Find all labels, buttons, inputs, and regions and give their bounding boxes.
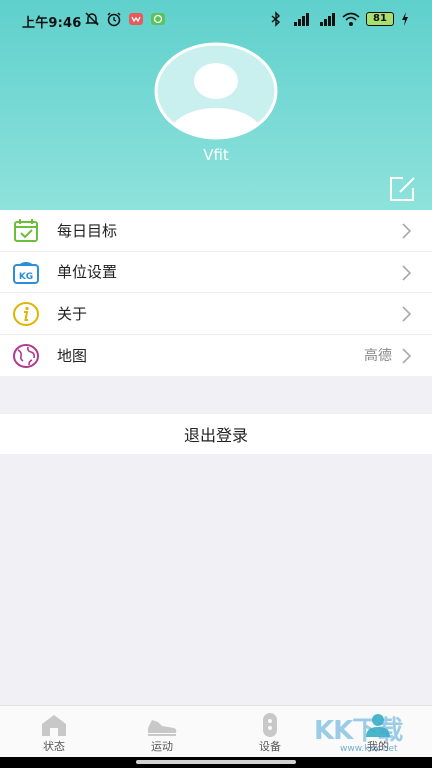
wechat-notification-icon [151,13,165,25]
home-icon [42,715,66,736]
band-icon [263,713,277,737]
menu-item-daily-goal[interactable]: 每日目标 [0,210,432,252]
chevron-right-icon [402,347,412,364]
globe-icon [13,343,39,368]
shoe-icon [148,720,177,736]
svg-text:KG: KG [19,272,33,282]
alarm-clock-icon [107,12,121,27]
home-indicator [0,757,432,768]
bottom-tab-bar: 状态 运动 设备 我的 [0,705,432,757]
status-icons-right: 81 [268,11,410,27]
nickname: Vfit [203,146,229,164]
calendar-check-icon [14,219,38,242]
avatar[interactable] [154,42,278,140]
menu-label-daily-goal: 每日目标 [57,221,118,240]
status-bar: 上午9:46 81 [0,0,432,40]
signal-hd-2-icon [320,13,335,26]
avatar-placeholder-icon [154,42,278,140]
edit-profile-icon[interactable] [388,175,418,203]
muted-bell-icon [85,12,99,26]
info-icon [13,302,39,326]
tab-label-exercise: 运动 [151,740,173,753]
charging-icon [402,12,408,26]
person-icon [366,714,390,737]
menu-value-map: 高德 [364,348,392,365]
kg-scale-icon: KG [13,261,39,284]
menu-label-unit-settings: 单位设置 [57,263,118,282]
menu-item-unit-settings[interactable]: KG 单位设置 [0,252,432,293]
wifi-icon [342,12,360,26]
settings-menu: 每日目标 KG 单位设置 关于 地图 高德 [0,210,432,376]
logout-button[interactable]: 退出登录 [0,414,432,454]
home-indicator-bar[interactable] [136,760,296,764]
chevron-right-icon [402,223,412,239]
tab-exercise[interactable]: 运动 [108,706,216,758]
tab-label-mine: 我的 [367,740,389,753]
tab-device[interactable]: 设备 [216,706,324,758]
bluetooth-icon [271,11,281,27]
tab-label-status: 状态 [43,740,65,753]
tab-mine[interactable]: 我的 [324,706,432,758]
menu-label-map: 地图 [57,346,88,365]
menu-item-map[interactable]: 地图 高德 [0,335,432,377]
menu-label-about: 关于 [57,304,88,323]
profile-header: 上午9:46 81 Vfit [0,0,432,210]
signal-hd-1-icon [294,13,309,26]
tab-label-device: 设备 [259,740,281,753]
battery-level: 81 [366,12,394,26]
chevron-right-icon [402,264,412,281]
tab-status[interactable]: 状态 [0,706,108,758]
chevron-right-icon [402,306,412,322]
app-notification-icon [129,13,143,25]
status-icons-left [84,11,166,27]
menu-item-about[interactable]: 关于 [0,293,432,335]
status-time: 上午9:46 [22,16,82,31]
